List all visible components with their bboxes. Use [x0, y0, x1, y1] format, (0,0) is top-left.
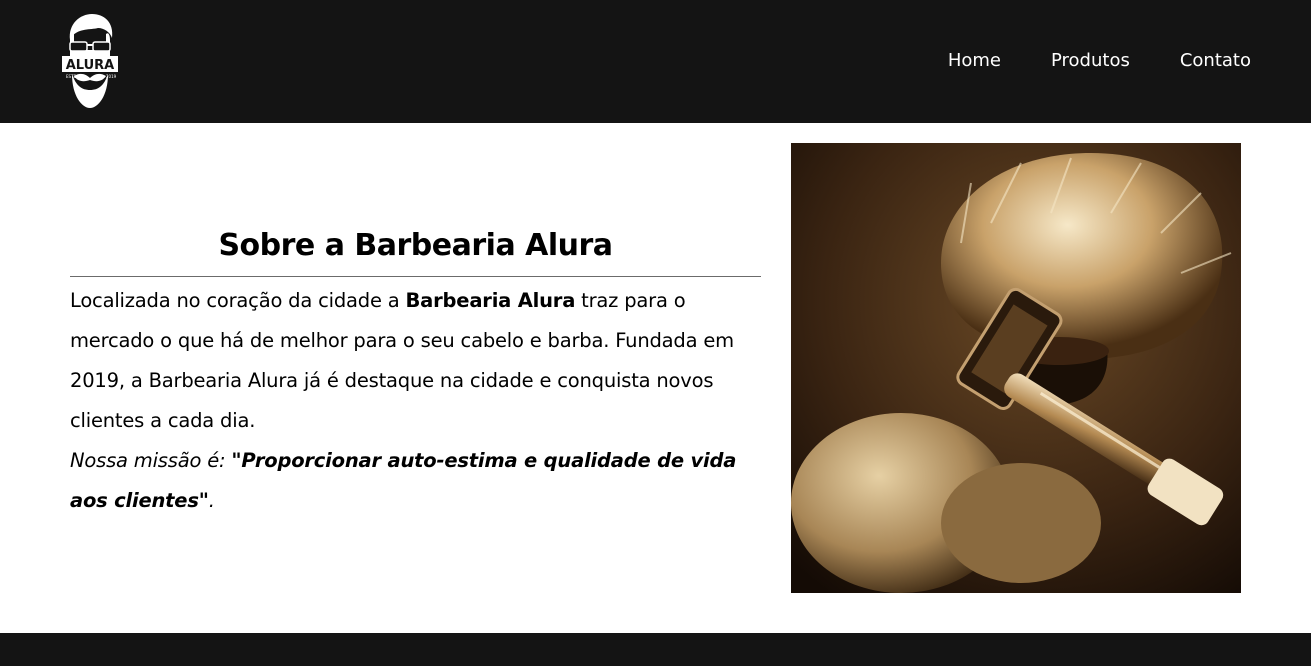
- nav-link-contato[interactable]: Contato: [1180, 48, 1251, 74]
- about-title: Sobre a Barbearia Alura: [70, 226, 761, 277]
- site-footer: [0, 633, 1311, 666]
- about-section: Sobre a Barbearia Alura Localizada no co…: [70, 226, 761, 521]
- main-content: Sobre a Barbearia Alura Localizada no co…: [0, 123, 1311, 633]
- site-header: ALURA ESTD 2019 Home Produtos Contato: [0, 0, 1311, 123]
- about-text-intro: Localizada no coração da cidade a: [70, 289, 406, 312]
- nav-link-produtos[interactable]: Produtos: [1051, 48, 1130, 74]
- nav-link-home[interactable]: Home: [948, 48, 1001, 74]
- barber-tools-photo: [791, 143, 1241, 593]
- about-text-brand: Barbearia Alura: [405, 289, 576, 312]
- about-paragraph: Localizada no coração da cidade a Barbea…: [70, 281, 761, 521]
- mission-statement: Nossa missão é: "Proporcionar auto-estim…: [70, 449, 736, 512]
- mission-label: Nossa missão é:: [70, 449, 232, 472]
- barbearia-alura-logo[interactable]: ALURA ESTD 2019: [58, 10, 122, 112]
- mission-end: .: [208, 489, 215, 512]
- main-nav: Home Produtos Contato: [948, 48, 1251, 74]
- logo-text: ALURA: [66, 58, 115, 73]
